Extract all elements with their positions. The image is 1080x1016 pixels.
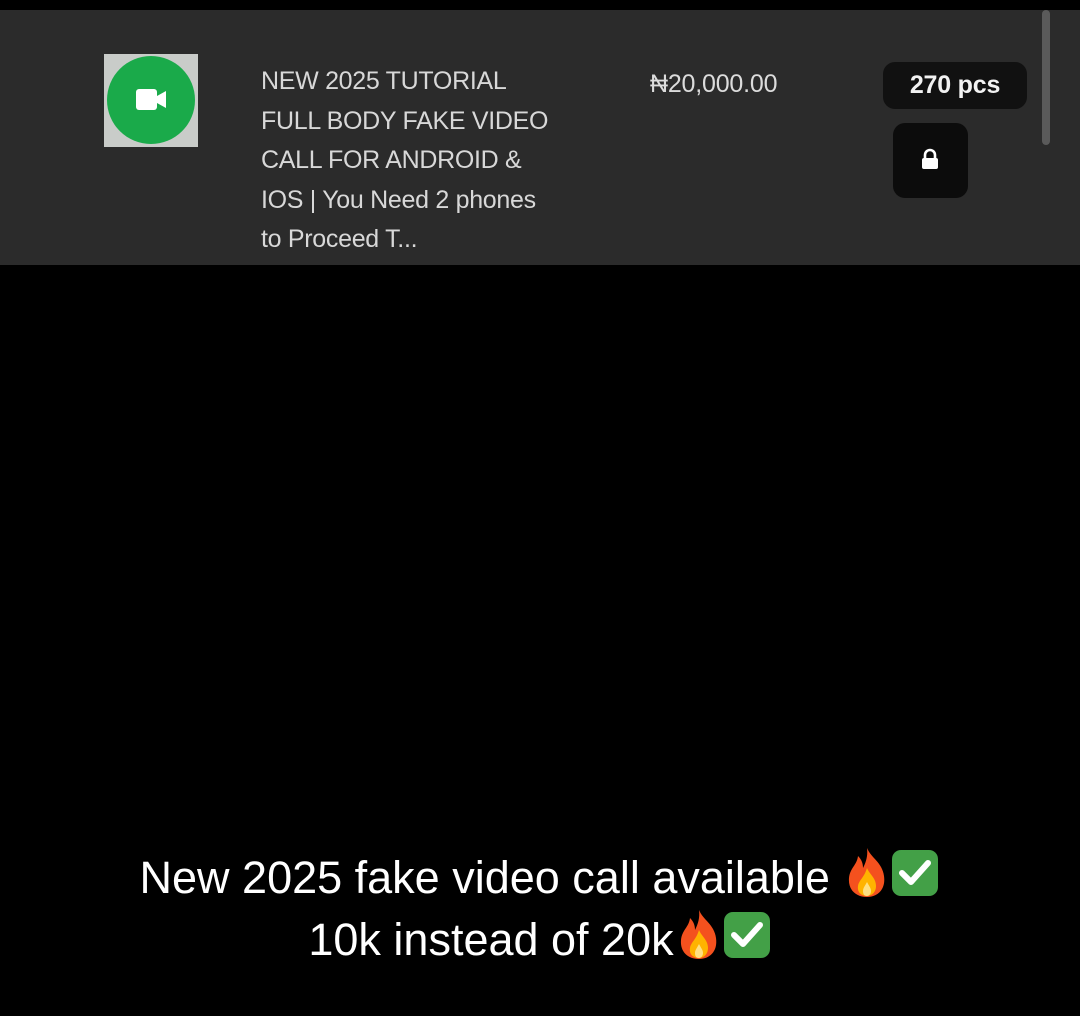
- product-title: NEW 2025 TUTORIAL FULL BODY FAKE VIDEO C…: [261, 67, 549, 253]
- stock-badge: 270 pcs: [883, 62, 1027, 109]
- fire-emoji-icon: [849, 848, 885, 897]
- check-mark-emoji-icon: [892, 850, 939, 896]
- video-call-logo: [107, 56, 195, 144]
- caption-line-1: New 2025 fake video call available: [0, 846, 1080, 908]
- lock-icon: [922, 148, 938, 169]
- caption-text-1: New 2025 fake video call available: [139, 852, 830, 903]
- product-price: ₦20,000.00: [650, 70, 778, 98]
- top-strip: [0, 0, 1080, 10]
- product-thumbnail: [104, 54, 198, 147]
- video-camera-icon: [136, 89, 166, 110]
- caption-text-2: 10k instead of 20k: [308, 914, 674, 965]
- product-card[interactable]: NEW 2025 TUTORIAL FULL BODY FAKE VIDEO C…: [0, 10, 1080, 265]
- scrollbar[interactable]: [1042, 10, 1050, 145]
- fire-emoji-icon: [680, 910, 716, 959]
- caption: New 2025 fake video call available 10k i…: [0, 846, 1080, 970]
- lock-button[interactable]: [893, 123, 968, 198]
- check-mark-emoji-icon: [723, 912, 770, 958]
- caption-line-2: 10k instead of 20k: [0, 908, 1080, 970]
